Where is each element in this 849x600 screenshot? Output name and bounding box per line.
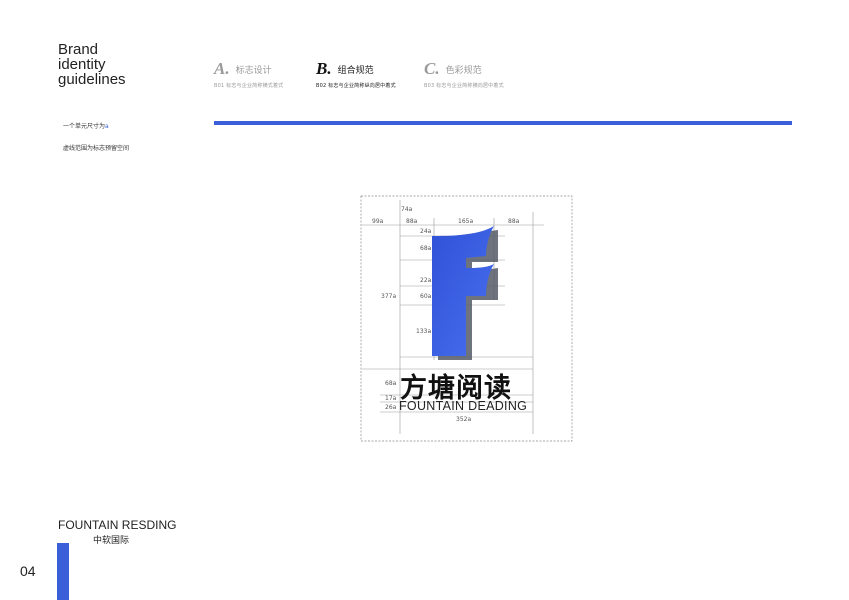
page-number: 04 — [20, 563, 36, 579]
dim-row-22: 22a — [420, 277, 432, 284]
dim-col-88-left: 88a — [406, 218, 418, 225]
dim-width-352: 352a — [456, 416, 471, 423]
dimension-labels: 74a 99a 88a 165a 88a 24a 68a 22a 60a 377… — [372, 206, 520, 423]
logo-english-wordmark: FOUNTAIN DEADING — [399, 399, 528, 413]
dim-col-165: 165a — [458, 218, 473, 225]
dim-top-74: 74a — [401, 206, 413, 213]
footer-company-english: FOUNTAIN RESDING — [58, 518, 177, 532]
dim-row-24: 24a — [420, 228, 432, 235]
dim-total-377: 377a — [381, 293, 396, 300]
dim-gap-17: 17a — [385, 395, 397, 402]
footer-accent-bar — [57, 543, 69, 600]
dim-row-60: 60a — [420, 293, 432, 300]
dim-row-68: 68a — [420, 245, 432, 252]
dim-cn-68: 68a — [385, 380, 397, 387]
footer-company-chinese: 中软国际 — [93, 536, 130, 546]
dim-row-133: 133a — [416, 328, 431, 335]
dim-left-99: 99a — [372, 218, 384, 225]
dim-en-26: 26a — [385, 404, 397, 411]
dim-col-88-right: 88a — [508, 218, 520, 225]
